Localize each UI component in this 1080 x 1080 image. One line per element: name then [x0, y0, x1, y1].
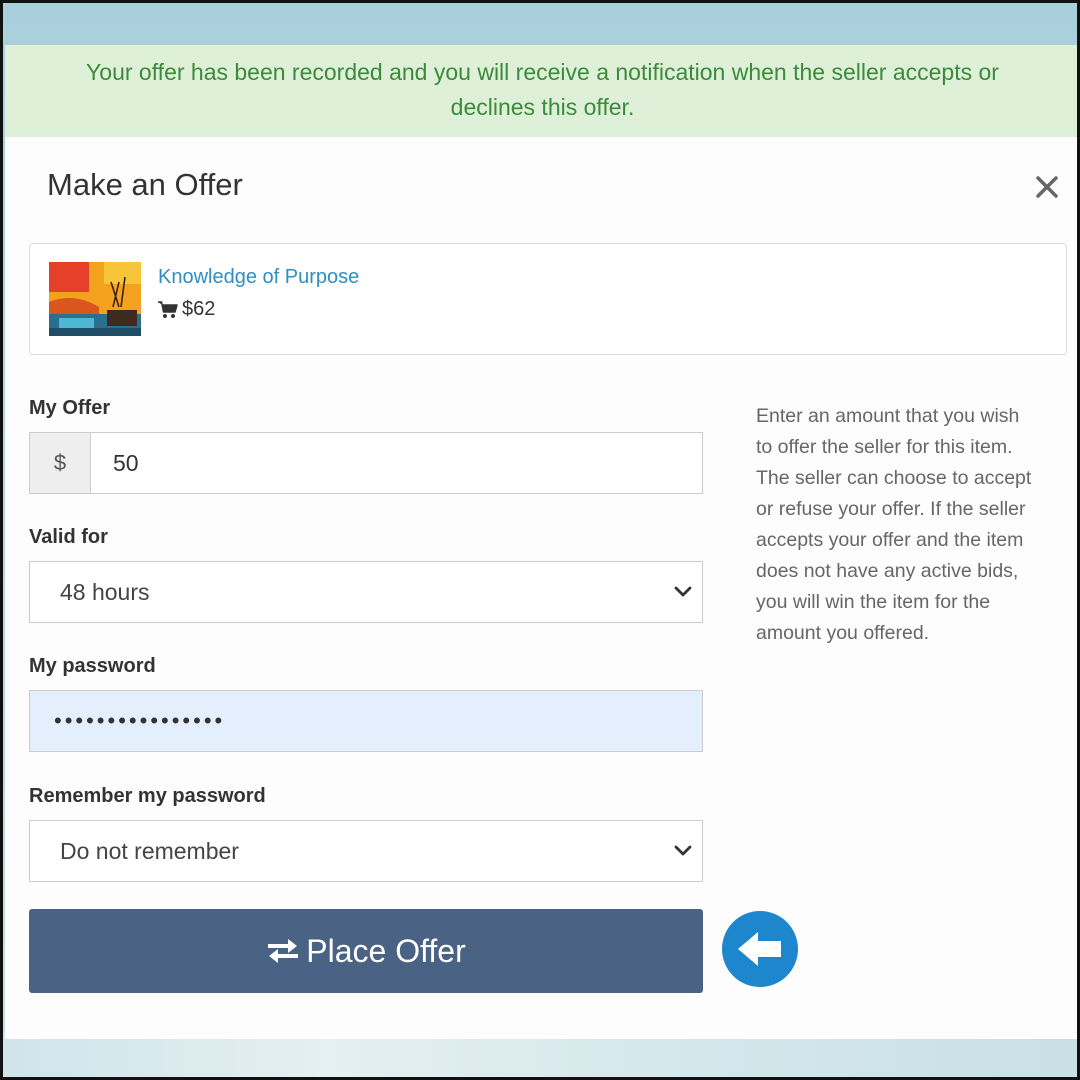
close-button[interactable]	[1031, 171, 1063, 203]
modal-title: Make an Offer	[47, 167, 243, 202]
password-field[interactable]: ••••••••••••••••	[29, 690, 703, 752]
annotation-arrow-marker	[722, 911, 798, 987]
close-icon	[1036, 176, 1058, 198]
shopping-cart-icon	[158, 300, 178, 318]
item-title-link[interactable]: Knowledge of Purpose	[158, 266, 359, 289]
help-line: does not have any active bids,	[756, 560, 1019, 582]
screenshot-frame: Your offer has been recorded and you wil…	[0, 0, 1080, 1080]
remember-password-value: Do not remember	[60, 837, 239, 864]
remember-password-label: Remember my password	[29, 785, 266, 807]
item-thumbnail[interactable]	[49, 262, 141, 336]
item-card: Knowledge of Purpose $62	[29, 243, 1067, 355]
offer-help-text: Enter an amount that you wish to offer t…	[756, 401, 1066, 649]
chevron-down-icon	[674, 586, 692, 597]
help-line: or refuse your offer. If the seller	[756, 498, 1026, 520]
help-line: accepts your offer and the item	[756, 529, 1024, 551]
offer-label: My Offer	[29, 397, 111, 419]
help-line: Enter an amount that you wish	[756, 405, 1020, 427]
help-line: The seller can choose to accept	[756, 467, 1032, 489]
place-offer-label: Place Offer	[306, 932, 466, 969]
remember-password-select[interactable]: Do not remember	[29, 820, 703, 882]
valid-for-label: Valid for	[29, 526, 108, 548]
alert-line-2: declines this offer.	[450, 94, 635, 120]
valid-for-value: 48 hours	[60, 578, 150, 605]
password-label: My password	[29, 655, 156, 677]
help-line: you will win the item for the	[756, 591, 991, 613]
chevron-down-icon	[674, 845, 692, 856]
help-line: amount you offered.	[756, 622, 930, 644]
currency-addon: $	[30, 433, 91, 493]
place-offer-button[interactable]: Place Offer	[29, 909, 703, 993]
exchange-icon	[268, 939, 299, 963]
offer-amount-input[interactable]	[91, 433, 702, 493]
valid-for-select[interactable]: 48 hours	[29, 561, 703, 623]
item-price: $62	[158, 298, 215, 321]
make-offer-modal: Your offer has been recorded and you wil…	[5, 45, 1077, 1039]
help-line: to offer the seller for this item.	[756, 436, 1013, 458]
offer-input-group: $	[29, 432, 703, 494]
arrow-left-icon	[738, 932, 781, 966]
success-alert: Your offer has been recorded and you wil…	[5, 45, 1077, 137]
alert-line-1: Your offer has been recorded and you wil…	[86, 59, 999, 85]
item-price-value: $62	[182, 298, 216, 320]
